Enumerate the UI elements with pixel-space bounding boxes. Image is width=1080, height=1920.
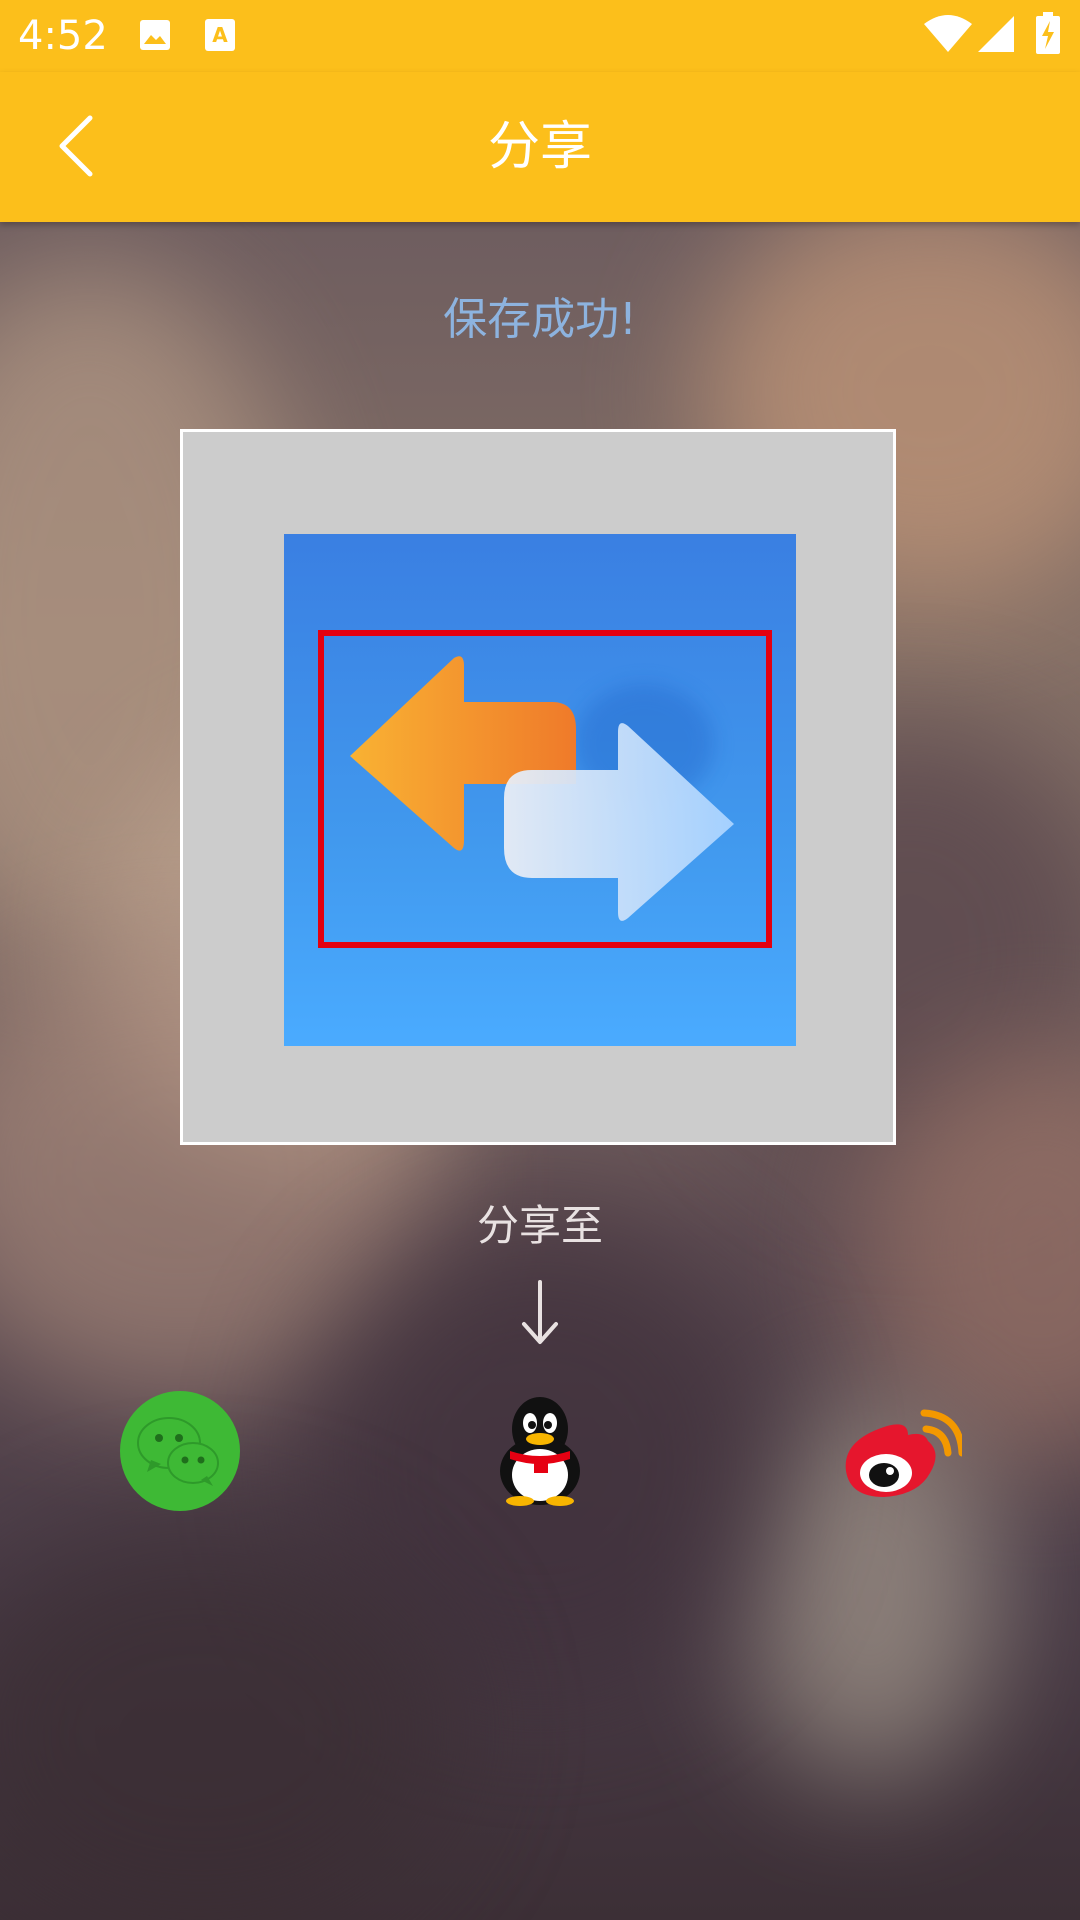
back-button[interactable]	[36, 108, 116, 188]
saved-image-preview	[180, 429, 896, 1145]
weibo-icon	[838, 1401, 966, 1505]
page-title: 分享	[487, 117, 592, 177]
a-text-icon: A	[204, 18, 236, 56]
cell-signal-icon	[978, 16, 1014, 56]
highlight-box	[318, 630, 772, 948]
wechat-icon	[119, 1390, 241, 1516]
image-icon	[138, 18, 172, 56]
qq-penguin-icon	[490, 1395, 590, 1511]
svg-text:A: A	[212, 23, 228, 47]
save-success-message: 保存成功!	[443, 294, 637, 345]
share-weibo-button[interactable]	[835, 1388, 966, 1518]
app-logo-image	[284, 534, 796, 1046]
share-wechat-button[interactable]	[115, 1388, 245, 1518]
battery-charging-icon	[1036, 12, 1060, 58]
arrow-down-icon	[510, 1278, 570, 1348]
share-qq-button[interactable]	[475, 1388, 605, 1518]
wifi-icon	[924, 14, 972, 58]
app-toolbar: 分享	[0, 72, 1080, 222]
share-screen: 4:52 A 分享 保存成功! 分享至	[0, 0, 1080, 1920]
status-bar: 4:52 A	[0, 0, 1080, 72]
share-to-label: 分享至	[476, 1201, 603, 1250]
chevron-left-icon	[56, 114, 96, 182]
status-time: 4:52	[18, 13, 108, 59]
